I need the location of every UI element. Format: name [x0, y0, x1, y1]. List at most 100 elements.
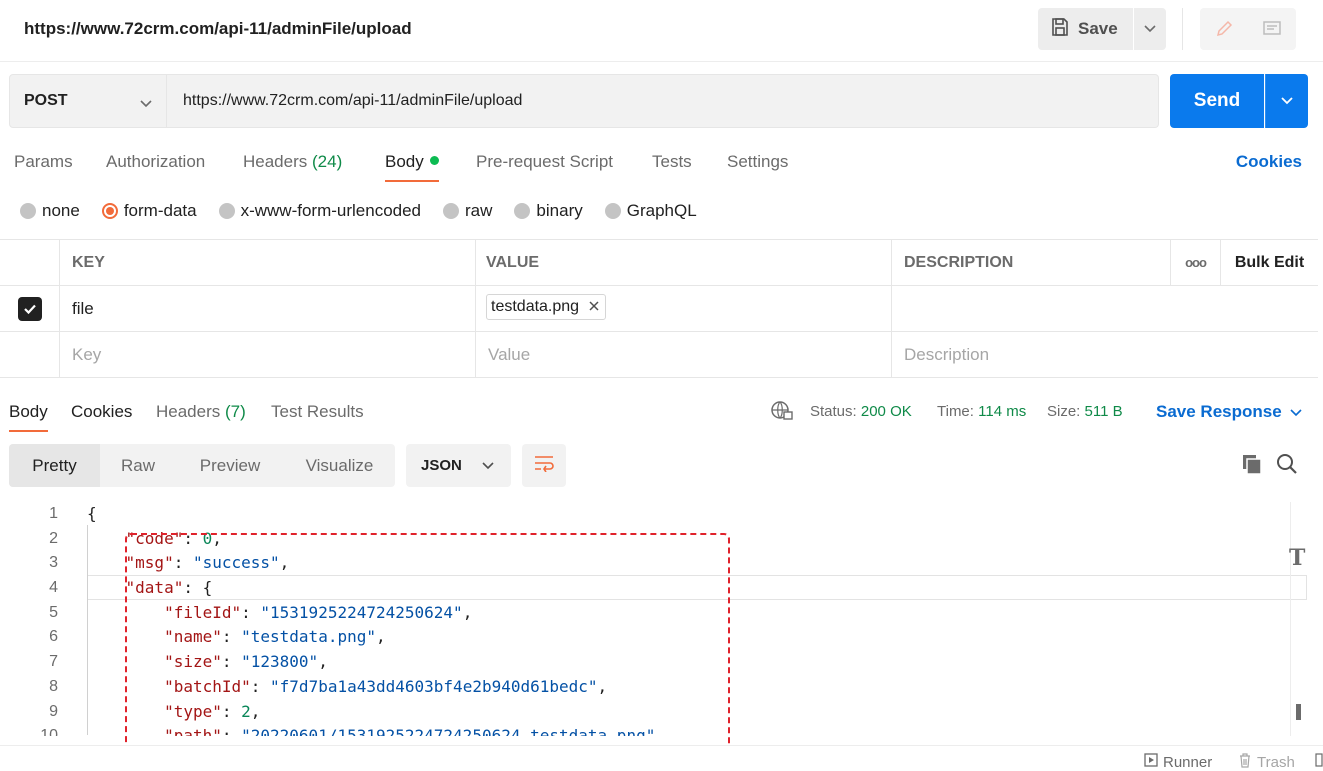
method-select[interactable]: POST — [9, 74, 167, 128]
trash-icon — [1238, 753, 1252, 771]
view-raw-button[interactable]: Raw — [100, 444, 176, 487]
save-button[interactable]: Save — [1038, 8, 1133, 50]
save-response-button[interactable]: Save Response — [1156, 402, 1302, 422]
size-value[interactable]: 511 B — [1085, 403, 1123, 420]
tab-authorization[interactable]: Authorization — [106, 152, 205, 172]
save-button-label: Save — [1078, 19, 1118, 38]
value-input[interactable]: Value — [475, 332, 891, 377]
cookies-link[interactable]: Cookies — [1236, 152, 1302, 172]
tab-body[interactable]: Body — [385, 152, 439, 182]
file-chip-label: testdata.png — [491, 297, 580, 315]
bulk-edit-button[interactable]: Bulk Edit — [1220, 240, 1318, 285]
edit-comment-group — [1200, 8, 1296, 50]
comment-icon[interactable] — [1248, 8, 1296, 50]
request-title[interactable]: https://www.72crm.com/api-11/adminFile/u… — [24, 19, 412, 39]
code-line: 1{ — [0, 502, 1290, 527]
tab-body-label: Body — [385, 152, 424, 171]
size-label: Size: — [1047, 403, 1081, 420]
radio-raw[interactable]: raw — [443, 201, 492, 221]
status-value[interactable]: 200 OK — [861, 403, 912, 420]
status-bar: Runner Trash — [0, 745, 1323, 771]
radio-icon — [604, 203, 621, 219]
play-icon — [1144, 753, 1158, 771]
copy-icon[interactable] — [1240, 452, 1264, 481]
more-options-button[interactable]: ooo — [1170, 240, 1220, 285]
description-input[interactable]: Description — [891, 332, 1318, 377]
radio-raw-label: raw — [465, 201, 493, 220]
tab-response-cookies[interactable]: Cookies — [71, 402, 132, 422]
radio-selected-icon — [101, 203, 118, 219]
view-preview-button[interactable]: Preview — [176, 444, 284, 487]
url-input[interactable]: https://www.72crm.com/api-11/adminFile/u… — [167, 74, 1159, 128]
time-value[interactable]: 114 ms — [978, 403, 1026, 420]
chevron-down-icon — [1281, 92, 1293, 110]
radio-none-label: none — [42, 201, 80, 220]
editor-scrollbar[interactable] — [1290, 502, 1308, 736]
wrap-lines-button[interactable] — [522, 444, 566, 487]
search-icon[interactable] — [1276, 453, 1298, 480]
status-readout: Status: 200 OK — [810, 403, 912, 420]
code-text: { — [87, 504, 97, 523]
radio-graphql[interactable]: GraphQL — [604, 201, 697, 221]
radio-icon — [20, 203, 36, 219]
response-tabs: Body Cookies Headers (7) Test Results — [0, 400, 1323, 434]
column-header-description: DESCRIPTION — [891, 240, 1170, 285]
radio-urlencoded-label: x-www-form-urlencoded — [240, 201, 422, 220]
row-checkbox-cell — [0, 286, 59, 331]
row-enabled-checkbox[interactable] — [17, 296, 42, 321]
format-label: JSON — [421, 457, 462, 474]
key-input[interactable]: Key — [59, 332, 475, 377]
annotation-highlight-box — [125, 533, 730, 751]
pencil-icon[interactable] — [1200, 8, 1248, 50]
time-readout: Time: 114 ms — [937, 403, 1026, 420]
trash-label: Trash — [1257, 754, 1295, 771]
send-button[interactable]: Send — [1170, 74, 1264, 128]
form-data-table: KEY VALUE DESCRIPTION ooo Bulk Edit file… — [0, 239, 1318, 378]
body-mode-radios: none form-data x-www-form-urlencoded raw… — [20, 200, 719, 222]
radio-icon — [514, 203, 531, 219]
scrollbar-thumb[interactable] — [1296, 704, 1301, 720]
radio-form-data[interactable]: form-data — [101, 201, 197, 221]
view-pretty-button[interactable]: Pretty — [9, 444, 100, 487]
radio-none[interactable]: none — [20, 201, 80, 221]
save-icon — [1050, 17, 1070, 42]
runner-label: Runner — [1163, 753, 1213, 771]
radio-icon — [218, 203, 235, 219]
globe-lock-icon[interactable] — [770, 400, 794, 426]
radio-binary-label: binary — [536, 201, 583, 220]
text-cursor-icon: T — [1289, 545, 1306, 571]
tab-tests[interactable]: Tests — [652, 152, 692, 172]
close-icon[interactable] — [589, 298, 599, 316]
tab-response-headers-label: Headers — [156, 402, 221, 421]
method-label: POST — [24, 92, 68, 109]
send-dropdown-button[interactable] — [1265, 74, 1308, 128]
tab-settings[interactable]: Settings — [727, 152, 788, 172]
tab-pre-request-script[interactable]: Pre-request Script — [476, 152, 613, 172]
tab-test-results[interactable]: Test Results — [271, 402, 364, 422]
radio-binary[interactable]: binary — [514, 201, 583, 221]
time-label: Time: — [937, 403, 974, 420]
format-select[interactable]: JSON — [406, 444, 511, 487]
trash-button[interactable]: Trash — [1238, 753, 1295, 771]
panel-toggle-icon[interactable] — [1315, 753, 1323, 767]
size-readout: Size: 511 B — [1047, 403, 1123, 420]
value-field[interactable]: testdata.png — [475, 286, 891, 331]
table-row: file testdata.png — [0, 286, 1318, 332]
request-tabs: Params Authorization Headers (24) Body P… — [0, 150, 1323, 184]
chevron-down-icon — [482, 457, 494, 474]
view-visualize-button[interactable]: Visualize — [284, 444, 395, 487]
runner-button[interactable]: Runner — [1144, 753, 1212, 771]
description-field[interactable] — [891, 286, 1318, 331]
status-dot-icon — [429, 156, 439, 165]
radio-urlencoded[interactable]: x-www-form-urlencoded — [218, 201, 422, 221]
save-dropdown-button[interactable] — [1134, 8, 1166, 50]
tab-params[interactable]: Params — [14, 152, 73, 172]
tab-headers[interactable]: Headers (24) — [243, 152, 342, 172]
divider — [1182, 8, 1183, 50]
table-header-row: KEY VALUE DESCRIPTION ooo Bulk Edit — [0, 240, 1318, 286]
key-field[interactable]: file — [59, 286, 475, 331]
chevron-down-icon — [140, 95, 152, 113]
tab-headers-label: Headers — [243, 152, 308, 171]
tab-response-headers[interactable]: Headers (7) — [156, 402, 246, 422]
tab-response-body[interactable]: Body — [9, 402, 48, 432]
